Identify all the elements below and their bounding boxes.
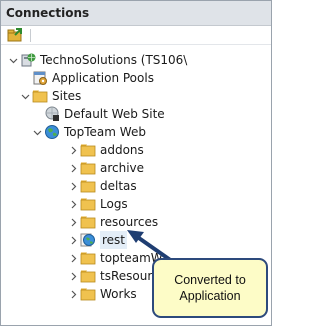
- chevron-right-icon[interactable]: [67, 231, 79, 249]
- tree-node-rest[interactable]: rest: [67, 231, 128, 249]
- tree-label-topteam-web: TopTeam Web: [64, 125, 146, 139]
- folder-icon: [79, 285, 97, 303]
- folder-icon: [79, 249, 97, 267]
- globe-icon: [43, 123, 61, 141]
- tree-node-logs[interactable]: Logs: [67, 195, 128, 213]
- tree-node-sites[interactable]: Sites: [19, 87, 81, 105]
- folder-icon: [79, 213, 97, 231]
- tree-node-topteamw[interactable]: topteamW: [67, 249, 163, 267]
- folder-icon: [79, 195, 97, 213]
- tree-label-application-pools: Application Pools: [52, 71, 154, 85]
- tree-label-folder: archive: [100, 161, 145, 175]
- tree-node-server[interactable]: TechnoSolutions (TS106\: [7, 51, 187, 69]
- application-icon: [79, 231, 97, 249]
- tree-node-deltas[interactable]: deltas: [67, 177, 137, 195]
- tree-node-default-web-site[interactable]: Default Web Site: [43, 105, 165, 123]
- folder-icon: [79, 141, 97, 159]
- stopped-site-icon: [43, 105, 61, 123]
- folder-icon: [79, 159, 97, 177]
- chevron-right-icon[interactable]: [67, 159, 79, 177]
- chevron-down-icon[interactable]: [19, 87, 31, 105]
- chevron-right-icon[interactable]: [67, 177, 79, 195]
- server-icon: [19, 51, 37, 69]
- folder-icon: [79, 267, 97, 285]
- tree-label-folder: deltas: [100, 179, 137, 193]
- application-pools-icon: [31, 69, 49, 87]
- callout-note: Converted to Application: [152, 258, 268, 318]
- panel-title: Connections: [1, 1, 271, 26]
- chevron-right-icon[interactable]: [67, 249, 79, 267]
- tree-label-default-web-site: Default Web Site: [64, 107, 165, 121]
- tree-label-server: TechnoSolutions (TS106\: [40, 53, 188, 67]
- chevron-right-icon[interactable]: [67, 285, 79, 303]
- tree-node-tsresourc[interactable]: tsResourc: [67, 267, 159, 285]
- toolbar-separator: [30, 28, 31, 42]
- tree-node-addons[interactable]: addons: [67, 141, 144, 159]
- tree-label-sites: Sites: [52, 89, 82, 103]
- chevron-down-icon[interactable]: [7, 51, 19, 69]
- chevron-right-icon[interactable]: [67, 141, 79, 159]
- chevron-down-icon[interactable]: [31, 123, 43, 141]
- chevron-right-icon[interactable]: [67, 195, 79, 213]
- chevron-right-icon[interactable]: [67, 213, 79, 231]
- tree-node-archive[interactable]: archive: [67, 159, 144, 177]
- tree-node-works[interactable]: Works: [67, 285, 137, 303]
- tree-label-folder: rest: [100, 231, 128, 249]
- folder-icon: [79, 177, 97, 195]
- tree-label-folder: addons: [100, 143, 144, 157]
- tree-node-application-pools[interactable]: Application Pools: [31, 69, 154, 87]
- tree-label-folder: Logs: [100, 197, 128, 211]
- tree-label-folder: Works: [100, 287, 137, 301]
- tree-node-topteam-web[interactable]: TopTeam Web: [31, 123, 146, 141]
- toolbar: [1, 26, 271, 45]
- tree-node-resources[interactable]: resources: [67, 213, 158, 231]
- chevron-right-icon[interactable]: [67, 267, 79, 285]
- callout-text: Converted to Application: [174, 273, 246, 303]
- tree-label-folder: resources: [100, 215, 159, 229]
- connect-icon[interactable]: [7, 28, 23, 42]
- tree-label-folder: tsResourc: [100, 269, 159, 283]
- sites-folder-icon: [31, 87, 49, 105]
